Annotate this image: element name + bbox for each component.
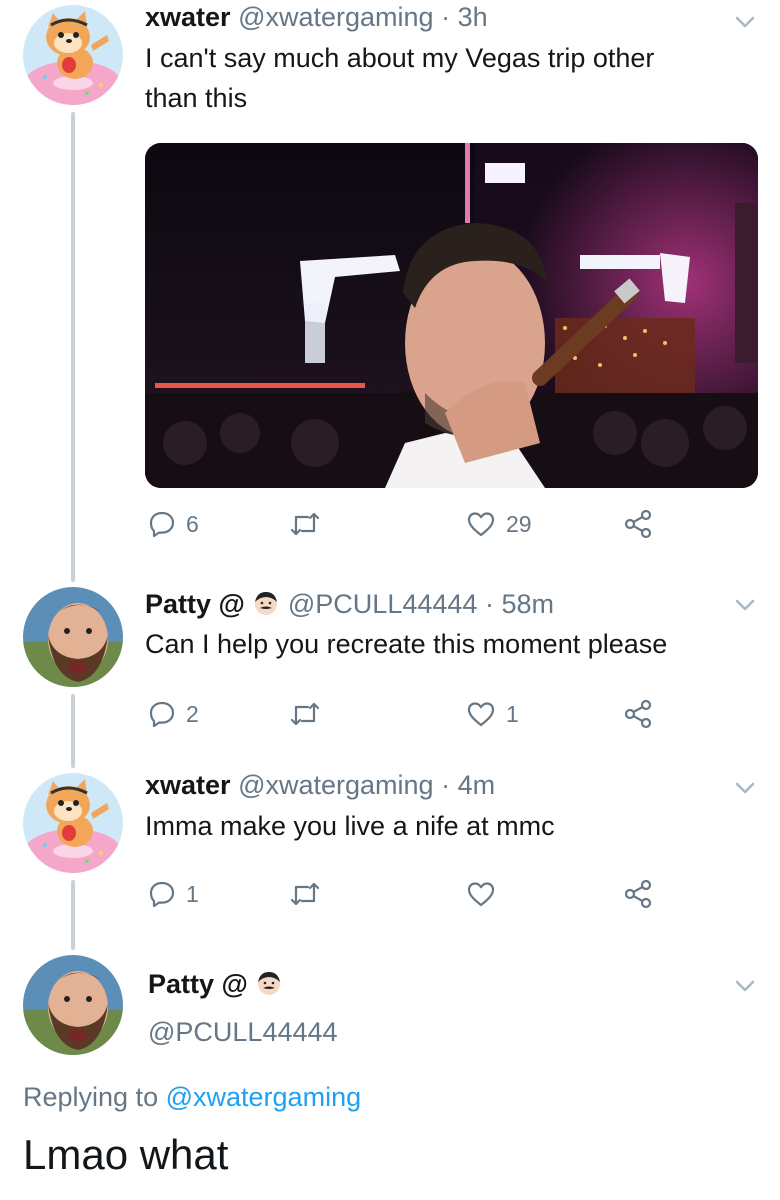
separator: · [441,770,451,800]
chevron-down-icon[interactable] [732,592,758,618]
retweet-button[interactable] [288,694,332,734]
display-name[interactable]: Patty @ [148,969,248,999]
reply-button[interactable]: 1 [148,874,199,914]
display-name[interactable]: xwater [145,2,231,32]
chevron-down-icon[interactable] [732,9,758,35]
tweet-header: xwater @xwatergaming · 4m [145,768,495,802]
like-count: 1 [506,700,519,727]
retweet-icon [290,702,320,726]
retweet-button[interactable] [288,504,332,544]
replying-to-link[interactable]: @xwatergaming [166,1082,362,1112]
thread-line [71,694,75,768]
tweet-actions: 6 29 [148,504,668,544]
display-name-row: Patty @ [148,967,283,1001]
face-emoji-icon [258,972,281,995]
thread-line [71,112,75,582]
share-button[interactable] [623,694,653,734]
like-count: 29 [506,510,532,537]
retweet-button[interactable] [288,874,332,914]
reply-count: 1 [186,880,199,907]
share-button[interactable] [623,874,653,914]
tweet-header: Patty @ @PCULL44444 · 58m [145,587,554,621]
thread-line [71,880,75,950]
avatar[interactable] [23,955,123,1055]
retweet-icon [290,512,320,536]
focused-tweet-text: Lmao what [23,1131,229,1178]
user-handle[interactable]: @PCULL44444 [148,1015,338,1049]
reply-icon [149,881,175,908]
like-icon [467,882,495,907]
separator: · [441,2,451,32]
avatar[interactable] [23,587,123,687]
replying-to-label: Replying to [23,1082,159,1112]
timestamp[interactable]: 4m [458,770,496,800]
tweet-actions: 1 [148,874,668,914]
avatar[interactable] [23,5,123,105]
replying-to: Replying to @xwatergaming [23,1080,361,1114]
reply-icon [149,701,175,728]
timestamp[interactable]: 58m [501,589,554,619]
user-handle[interactable]: @xwatergaming [238,2,434,32]
share-icon [624,879,652,909]
like-button[interactable] [466,874,506,914]
reply-button[interactable]: 6 [148,504,199,544]
share-icon [624,699,652,729]
avatar[interactable] [23,773,123,873]
tweet-text: I can't say much about my Vegas trip oth… [145,38,654,118]
tweet-text: Can I help you recreate this moment plea… [145,629,668,659]
display-name[interactable]: xwater [145,770,231,800]
tweet-text-line: I can't say much about my Vegas trip oth… [145,43,655,73]
share-button[interactable] [623,504,653,544]
tweet-actions: 2 1 [148,694,668,734]
reply-count: 6 [186,510,199,537]
tweet-text: Imma make you live a nife at mmc [145,811,555,841]
user-handle[interactable]: @xwatergaming [238,770,434,800]
tweet-header: xwater @xwatergaming · 3h [145,0,488,34]
reply-count: 2 [186,700,199,727]
like-icon [467,512,495,537]
like-button[interactable]: 1 [466,694,519,734]
chevron-down-icon[interactable] [732,775,758,801]
like-button[interactable]: 29 [466,504,532,544]
tweet-photo[interactable] [145,143,758,488]
face-emoji-icon [255,592,278,615]
separator: · [484,589,494,619]
retweet-icon [290,882,320,906]
display-name[interactable]: Patty @ [145,589,245,619]
reply-button[interactable]: 2 [148,694,199,734]
share-icon [624,509,652,539]
like-icon [467,702,495,727]
reply-icon [149,511,175,538]
chevron-down-icon[interactable] [732,973,758,999]
timestamp[interactable]: 3h [458,2,488,32]
tweet-text-line: than this [145,83,248,113]
user-handle[interactable]: @PCULL44444 [288,589,478,619]
